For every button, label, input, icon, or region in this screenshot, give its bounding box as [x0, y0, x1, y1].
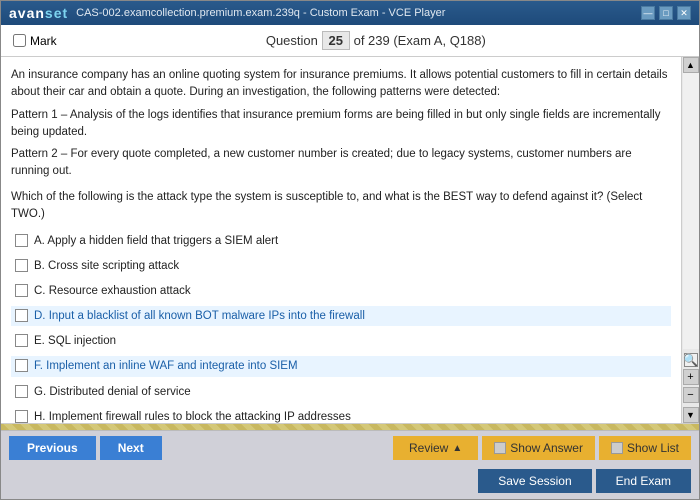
end-exam-button[interactable]: End Exam — [596, 469, 691, 493]
option-row-a[interactable]: A. Apply a hidden field that triggers a … — [11, 231, 671, 251]
option-row-c[interactable]: C. Resource exhaustion attack — [11, 281, 671, 301]
scroll-panel: ▲ 🔍 + − ▼ — [681, 57, 699, 423]
zoom-controls: 🔍 + − — [683, 349, 699, 407]
bottom-bar2: Save Session End Exam — [1, 465, 699, 499]
option-row-f[interactable]: F. Implement an inline WAF and integrate… — [11, 356, 671, 376]
option-text-h: H. Implement firewall rules to block the… — [34, 409, 351, 424]
show-list-label: Show List — [627, 441, 679, 455]
option-text-b: B. Cross site scripting attack — [34, 258, 179, 274]
option-checkbox-h[interactable] — [15, 410, 28, 423]
content-area: An insurance company has an online quoti… — [1, 57, 699, 424]
app-window: avanset CAS-002.examcollection.premium.e… — [0, 0, 700, 500]
window-controls: — □ ✕ — [641, 6, 691, 20]
show-answer-button[interactable]: Show Answer — [482, 436, 595, 460]
mark-label: Mark — [30, 34, 57, 48]
option-checkbox-d[interactable] — [15, 309, 28, 322]
scroll-up-button[interactable]: ▲ — [683, 57, 699, 73]
save-session-button[interactable]: Save Session — [478, 469, 591, 493]
question-header: Mark Question 25 of 239 (Exam A, Q188) — [1, 25, 699, 57]
option-checkbox-f[interactable] — [15, 359, 28, 372]
mark-checkbox-area[interactable]: Mark — [13, 34, 57, 48]
option-text-c: C. Resource exhaustion attack — [34, 283, 191, 299]
show-list-button[interactable]: Show List — [599, 436, 691, 460]
option-checkbox-b[interactable] — [15, 259, 28, 272]
option-text-f: F. Implement an inline WAF and integrate… — [34, 358, 298, 374]
bottom-toolbar: Previous Next Review ▲ Show Answer Show … — [1, 430, 699, 465]
show-list-icon — [611, 442, 623, 454]
option-text-d: D. Input a blacklist of all known BOT ma… — [34, 308, 365, 324]
option-row-d[interactable]: D. Input a blacklist of all known BOT ma… — [11, 306, 671, 326]
question-intro: An insurance company has an online quoti… — [11, 67, 671, 102]
option-row-h[interactable]: H. Implement firewall rules to block the… — [11, 407, 671, 424]
option-checkbox-e[interactable] — [15, 334, 28, 347]
next-button[interactable]: Next — [100, 436, 162, 460]
scroll-track — [683, 73, 699, 349]
maximize-button[interactable]: □ — [659, 6, 673, 20]
mark-checkbox[interactable] — [13, 34, 26, 47]
option-row-b[interactable]: B. Cross site scripting attack — [11, 256, 671, 276]
search-icon[interactable]: 🔍 — [684, 353, 698, 367]
show-answer-icon — [494, 442, 506, 454]
show-answer-label: Show Answer — [510, 441, 583, 455]
answer-options: A. Apply a hidden field that triggers a … — [11, 231, 671, 424]
option-row-e[interactable]: E. SQL injection — [11, 331, 671, 351]
zoom-in-button[interactable]: + — [683, 369, 699, 385]
question-pattern2: Pattern 2 – For every quote completed, a… — [11, 146, 671, 181]
review-label: Review — [409, 441, 448, 455]
question-label: Question — [266, 33, 318, 48]
question-total: of 239 (Exam A, Q188) — [354, 33, 486, 48]
main-area: Mark Question 25 of 239 (Exam A, Q188) A… — [1, 25, 699, 499]
scroll-down-button[interactable]: ▼ — [683, 407, 699, 423]
window-title: CAS-002.examcollection.premium.exam.239q… — [76, 7, 445, 19]
review-button[interactable]: Review ▲ — [393, 436, 478, 460]
option-checkbox-a[interactable] — [15, 234, 28, 247]
option-text-e: E. SQL injection — [34, 333, 116, 349]
option-row-g[interactable]: G. Distributed denial of service — [11, 382, 671, 402]
question-text: An insurance company has an online quoti… — [11, 67, 671, 223]
option-checkbox-c[interactable] — [15, 284, 28, 297]
logo-set: set — [45, 5, 68, 21]
previous-button[interactable]: Previous — [9, 436, 96, 460]
question-pattern1: Pattern 1 – Analysis of the logs identif… — [11, 107, 671, 142]
option-text-a: A. Apply a hidden field that triggers a … — [34, 233, 278, 249]
review-arrow-icon: ▲ — [452, 443, 462, 454]
option-text-g: G. Distributed denial of service — [34, 384, 191, 400]
minimize-button[interactable]: — — [641, 6, 655, 20]
question-info: Question 25 of 239 (Exam A, Q188) — [65, 31, 687, 50]
option-checkbox-g[interactable] — [15, 385, 28, 398]
close-button[interactable]: ✕ — [677, 6, 691, 20]
zoom-out-button[interactable]: − — [683, 387, 699, 403]
question-number-badge: 25 — [322, 31, 350, 50]
logo-avan: avan — [9, 5, 45, 21]
title-bar-left: avanset CAS-002.examcollection.premium.e… — [9, 5, 445, 21]
app-logo: avanset — [9, 5, 68, 21]
question-prompt: Which of the following is the attack typ… — [11, 189, 671, 224]
title-bar: avanset CAS-002.examcollection.premium.e… — [1, 1, 699, 25]
